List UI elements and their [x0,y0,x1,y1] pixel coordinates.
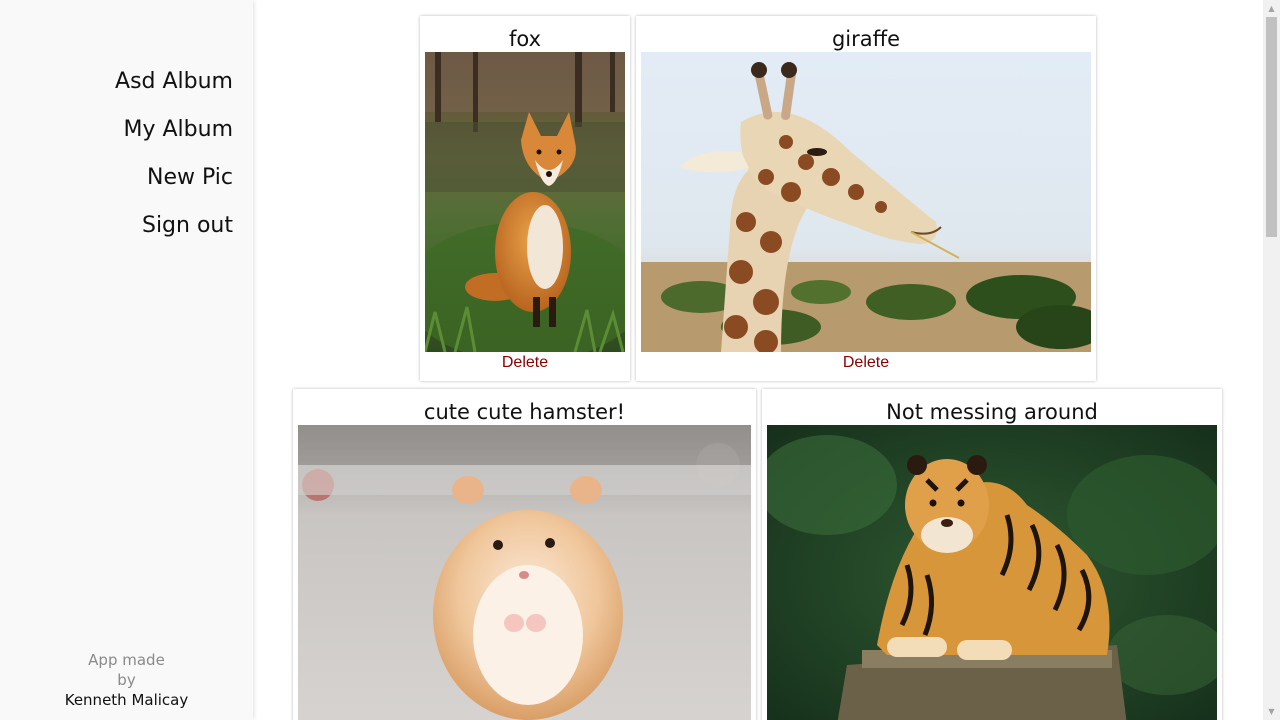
delete-button-giraffe[interactable]: Delete [641,353,1091,373]
scroll-down-arrow-icon[interactable]: ▼ [1263,703,1280,720]
picture-title: cute cute hamster! [423,400,626,424]
sidebar: Asd Album My Album New Pic Sign out App … [0,0,253,720]
picture-gallery: fox Delete giraffe Delete cute cute hams… [253,0,1263,720]
picture-card-giraffe: giraffe Delete [636,16,1096,381]
page-scrollbar[interactable]: ▲ ▼ [1263,0,1280,720]
hamster-photo [298,425,751,720]
scroll-up-arrow-icon[interactable]: ▲ [1263,0,1280,17]
picture-card-hamster: cute cute hamster! [293,389,756,720]
picture-title: giraffe [831,27,901,51]
tiger-photo [767,425,1217,720]
credit-line-2: by [117,671,136,689]
giraffe-photo [641,52,1091,352]
sidebar-nav: Asd Album My Album New Pic Sign out [115,58,233,250]
credit-author: Kenneth Malicay [64,691,189,709]
picture-title: fox [508,27,542,51]
nav-asd-album[interactable]: Asd Album [115,58,233,106]
picture-card-tiger: Not messing around [762,389,1222,720]
nav-my-album[interactable]: My Album [115,106,234,154]
scrollbar-thumb[interactable] [1266,17,1277,237]
picture-title: Not messing around [886,400,1098,424]
delete-button-fox[interactable]: Delete [425,353,625,373]
fox-photo [425,52,625,352]
nav-sign-out[interactable]: Sign out [115,202,233,250]
app-credit: App made by Kenneth Malicay [0,650,253,710]
nav-new-pic[interactable]: New Pic [115,154,233,202]
credit-line-1: App made [88,651,165,669]
picture-card-fox: fox Delete [420,16,630,381]
